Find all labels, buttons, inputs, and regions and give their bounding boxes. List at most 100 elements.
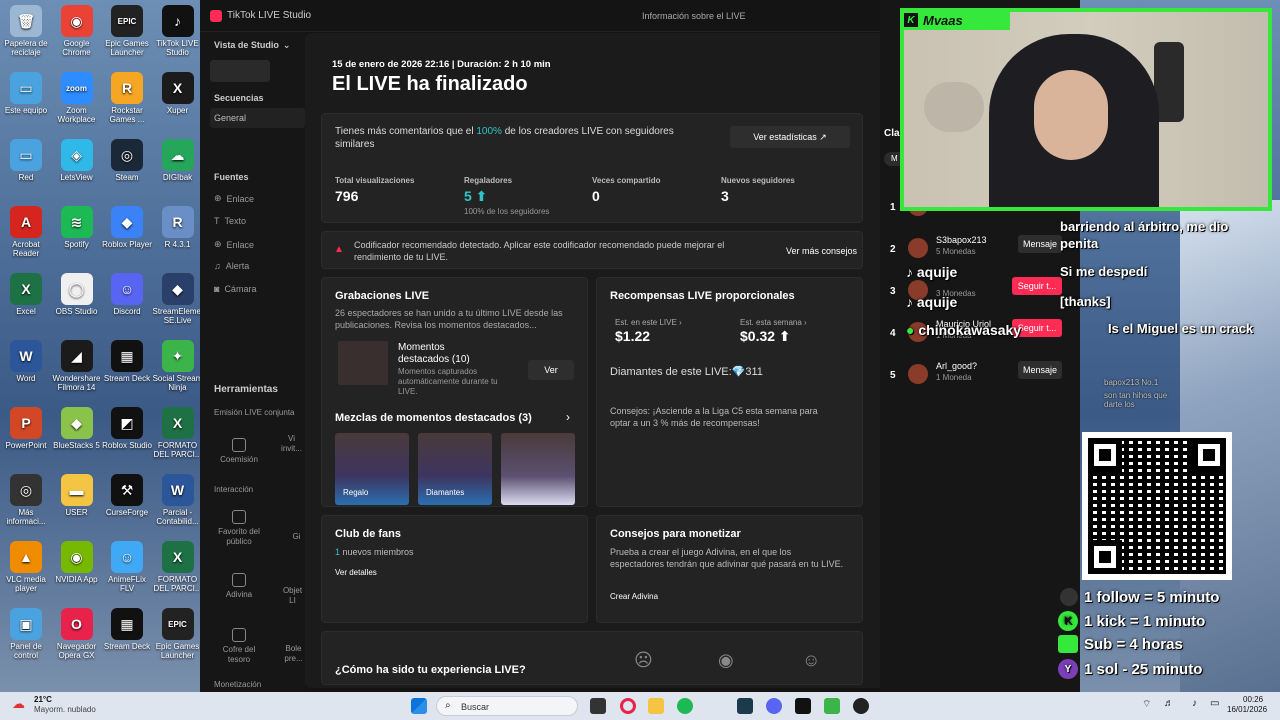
desktop-icon[interactable]: ▦ Stream Deck	[102, 340, 152, 383]
taskbar-search[interactable]: ⌕ Buscar	[436, 696, 578, 716]
desktop-icon[interactable]: EPIC Epic Games Launcher	[102, 5, 152, 57]
sad-face-icon[interactable]: ☹	[634, 650, 653, 671]
message-button[interactable]: Mensaje	[1018, 361, 1062, 379]
desktop-icon[interactable]: O Navegador Opera GX	[52, 608, 102, 660]
desktop-icon[interactable]: EPIC Epic Games Launcher	[153, 608, 203, 660]
avatar[interactable]	[908, 364, 928, 384]
desktop-icon[interactable]: ▬ USER	[52, 474, 102, 517]
obs-icon[interactable]	[853, 698, 869, 714]
weather-temp[interactable]: 21°C	[34, 695, 52, 704]
desktop-icon[interactable]: ☺ AnimeFLix FLV	[102, 541, 152, 593]
desktop-icon[interactable]: ◎ Steam	[102, 139, 152, 182]
desktop-icon[interactable]: ◆ Roblox Player	[102, 206, 152, 249]
volume-icon[interactable]: ♪	[1192, 698, 1197, 709]
clock-date[interactable]: 16/01/2026	[1227, 705, 1267, 714]
desktop-icon[interactable]: X Xuper	[153, 72, 203, 115]
tool-invite[interactable]: Vi invit...	[278, 434, 305, 454]
desktop-icon[interactable]: P PowerPoint	[1, 407, 51, 450]
tool-gift[interactable]: Gi	[288, 532, 305, 542]
desktop-icon[interactable]: X FORMATO DEL PARCI...	[153, 407, 203, 459]
desktop-icon[interactable]: ◢ Wondershare Filmora 14	[52, 340, 102, 392]
est-live-label[interactable]: Est. en este LIVE ›	[615, 318, 682, 327]
battery-icon[interactable]: ▭	[1210, 698, 1219, 709]
desktop-icon[interactable]: ▭ Este equipo	[1, 72, 51, 115]
message-button[interactable]: Mensaje	[1018, 235, 1062, 253]
source-item-text[interactable]: T Texto	[214, 216, 246, 226]
create-adivina-link[interactable]: Crear Adivina	[610, 592, 658, 601]
follow-button[interactable]: Seguir t...	[1012, 277, 1062, 295]
desktop-icon[interactable]: ▲ VLC media player	[1, 541, 51, 593]
live-info-header[interactable]: Información sobre el LIVE	[642, 11, 746, 21]
desktop-icon[interactable]: ☁ DIGIbak	[153, 139, 203, 182]
chevron-right-icon[interactable]: ›	[566, 410, 570, 424]
desktop-icon[interactable]: ✦ Social Stream Ninja	[153, 340, 203, 392]
desktop-icon[interactable]: ◉ Google Chrome	[52, 5, 102, 57]
highlight-thumbnail[interactable]	[338, 341, 388, 385]
neutral-face-icon[interactable]: ◉	[718, 650, 734, 671]
warning-icon: ▲	[334, 244, 344, 255]
source-item-link-2[interactable]: ⊕ Enlace	[214, 239, 254, 250]
mix-thumbnail[interactable]: Diamantes	[418, 433, 492, 505]
tool-coemision[interactable]: Coemisión	[212, 438, 266, 465]
view-highlights-button[interactable]: Ver	[528, 360, 574, 380]
file-explorer-icon[interactable]	[648, 698, 664, 714]
avatar[interactable]	[908, 238, 928, 258]
desktop-icon[interactable]: zoom Zoom Workplace	[52, 72, 102, 124]
filmora-icon[interactable]	[737, 698, 753, 714]
tool-favorite[interactable]: Favorito del público	[212, 510, 266, 547]
tool-adivina[interactable]: Adivina	[212, 573, 266, 600]
source-item-alert[interactable]: ♫ Alerta	[214, 261, 249, 271]
mixes-title[interactable]: Mezclas de momentos destacados (3)	[335, 412, 532, 424]
discord-icon[interactable]	[766, 698, 782, 714]
microphone-icon[interactable]: ♬	[1164, 698, 1174, 709]
mix-thumbnail[interactable]: Regalo	[335, 433, 409, 505]
desktop-icon[interactable]: ☺ Discord	[102, 273, 152, 316]
task-view-icon[interactable]	[590, 698, 606, 714]
desktop-icon[interactable]: R R 4.3.1	[153, 206, 203, 249]
est-week-label[interactable]: Est. esta semana ›	[740, 318, 807, 327]
sequence-general[interactable]: General	[210, 108, 305, 128]
desktop-icon[interactable]: W Parcial - Contabilid...	[153, 474, 203, 526]
desktop-icon[interactable]: ◩ Roblox Studio	[102, 407, 152, 450]
source-item-camera[interactable]: ◙ Cámara	[214, 284, 256, 294]
tool-treasure[interactable]: Cofre del tesoro	[212, 628, 266, 665]
desktop-icon[interactable]: ▭ Red	[1, 139, 51, 182]
desktop-icon[interactable]: A Acrobat Reader	[1, 206, 51, 258]
desktop-icon[interactable]: X FORMATO DEL PARCI...	[153, 541, 203, 593]
desktop-icon[interactable]: ▣ Panel de control	[1, 608, 51, 660]
desktop-icon[interactable]: ◆ StreamElements SE.Live	[153, 273, 212, 325]
social-stream-icon[interactable]	[824, 698, 840, 714]
windows-start-icon[interactable]	[411, 698, 427, 714]
desktop-icon[interactable]: 🗑 Papelera de reciclaje	[1, 5, 51, 57]
tool-objective[interactable]: Objet LI	[280, 586, 305, 606]
network-icon[interactable]: ⌔	[1142, 698, 1151, 711]
source-item-link[interactable]: ⊕ Enlace	[214, 193, 254, 204]
desktop-icon[interactable]: ◆ BlueStacks 5	[52, 407, 102, 450]
studio-view-selector[interactable]: Vista de Studio ⌄	[214, 40, 290, 51]
layout-toggle-portrait[interactable]	[210, 60, 270, 82]
desktop-icon[interactable]: X Excel	[1, 273, 51, 316]
more-tips-link[interactable]: Ver más consejos	[786, 246, 857, 256]
desktop-icon[interactable]: ▦ Stream Deck	[102, 608, 152, 651]
desktop-icon[interactable]: W Word	[1, 340, 51, 383]
weather-desc[interactable]: Mayorm. nublado	[34, 705, 96, 714]
ranking-row[interactable]: 5 Arl_good? 1 Moneda Mensaje	[880, 358, 1080, 398]
clock-time[interactable]: 00:26	[1243, 695, 1263, 704]
desktop-icon[interactable]: ◈ LetsView	[52, 139, 102, 182]
tiktok-icon[interactable]	[795, 698, 811, 714]
mix-thumbnail[interactable]	[501, 433, 575, 505]
weather-icon[interactable]: ☁	[12, 696, 25, 712]
desktop-icon[interactable]: ⚒ CurseForge	[102, 474, 152, 517]
opera-gx-icon[interactable]	[620, 698, 636, 714]
desktop-icon[interactable]: ◎ Más informaci...	[1, 474, 51, 526]
spotify-icon[interactable]	[677, 698, 693, 714]
fanclub-details-link[interactable]: Ver detalles	[335, 568, 377, 577]
tool-ticket[interactable]: Bole pre...	[282, 644, 305, 664]
happy-face-icon[interactable]: ☺	[802, 650, 820, 671]
desktop-icon[interactable]: ≋ Spotify	[52, 206, 102, 249]
desktop-icon[interactable]: R Rockstar Games ...	[102, 72, 152, 124]
desktop-icon[interactable]: ◉ NVIDIA App	[52, 541, 102, 584]
desktop-icon[interactable]: ♪ TikTok LIVE Studio	[153, 5, 203, 57]
view-stats-button[interactable]: Ver estadísticas ↗	[730, 126, 850, 148]
desktop-icon[interactable]: ◯ OBS Studio	[52, 273, 102, 316]
